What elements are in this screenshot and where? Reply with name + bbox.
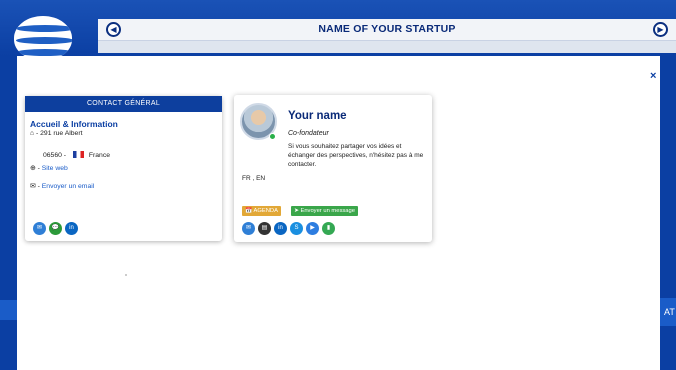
email-prefix: -	[37, 183, 40, 190]
contact-section-title: Accueil & Information	[30, 119, 118, 129]
linkedin-icon[interactable]: in	[274, 222, 287, 235]
agenda-button[interactable]: 📅 AGENDA	[242, 206, 281, 216]
home-icon: ⌂	[30, 130, 35, 137]
logo-wave-top	[16, 25, 72, 32]
chat-icon[interactable]: 💬	[49, 222, 62, 235]
profile-bio: Si vous souhaitez partager vos idées et …	[288, 143, 424, 168]
profile-languages: FR , EN	[242, 175, 266, 182]
card-icon[interactable]: ▤	[258, 222, 271, 235]
email-line: ✉ - Envoyer un email	[30, 182, 94, 190]
skype-icon[interactable]: S	[290, 222, 303, 235]
left-backdrop	[0, 56, 17, 370]
left-side-tab	[0, 300, 17, 320]
linkedin-icon[interactable]: in	[65, 222, 78, 235]
close-icon[interactable]: ×	[650, 70, 656, 82]
page-title: NAME OF YOUR STARTUP	[318, 23, 456, 35]
logo-wave-middle	[16, 37, 72, 44]
envelope-icon: ✉	[30, 183, 36, 190]
startup-logo	[14, 16, 72, 60]
next-arrow-icon[interactable]: ▶	[653, 22, 668, 37]
profile-name[interactable]: Your name	[288, 110, 347, 122]
france-flag-icon	[72, 151, 84, 158]
startup-navbar: ◀ NAME OF YOUR STARTUP ▶	[98, 19, 676, 41]
website-line: ⊕ - Site web	[30, 164, 68, 172]
send-message-button[interactable]: ➤ Envoyer un message	[291, 206, 358, 216]
country-text: France	[88, 152, 110, 159]
right-side-tab[interactable]: AT	[660, 298, 676, 326]
website-link[interactable]: Site web	[42, 165, 68, 172]
video-icon[interactable]: ▶	[306, 222, 319, 235]
decorative-dot	[125, 274, 127, 276]
address-line: ⌂ - 291 rue Albert	[30, 130, 82, 137]
address-text: - 291 rue Albert	[36, 130, 83, 137]
postal-line: 06560 - France	[43, 151, 110, 159]
profile-contact-icons: ✉ ▤ in S ▶ ▮	[242, 222, 335, 235]
online-status-icon	[269, 133, 276, 140]
email-icon[interactable]: ✉	[242, 222, 255, 235]
postal-code: 06560 -	[43, 152, 67, 159]
general-contact-card: CONTACT GÉNÉRAL Accueil & Information ⌂ …	[25, 96, 222, 241]
website-prefix: -	[37, 165, 40, 172]
email-icon[interactable]: ✉	[33, 222, 46, 235]
profile-card: Your name Co-fondateur Si vous souhaitez…	[234, 95, 432, 242]
profile-role: Co-fondateur	[288, 130, 329, 137]
meet-icon[interactable]: ▮	[322, 222, 335, 235]
contact-modal: × CONTACT GÉNÉRAL Accueil & Information …	[17, 56, 660, 370]
send-email-link[interactable]: Envoyer un email	[42, 183, 95, 190]
contact-card-header: CONTACT GÉNÉRAL	[25, 96, 222, 112]
logo-wave-bottom	[16, 49, 72, 56]
background-toolbar	[98, 41, 676, 53]
globe-icon: ⊕	[30, 165, 36, 172]
contact-social-icons: ✉ 💬 in	[33, 222, 78, 235]
